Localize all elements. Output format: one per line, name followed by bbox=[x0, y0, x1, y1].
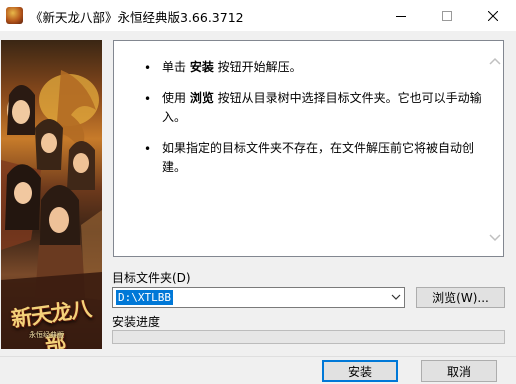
bullet-icon: • bbox=[144, 61, 152, 75]
target-folder-value[interactable]: D:\XTLBB bbox=[116, 290, 173, 305]
instructions-box: • 单击 安装 按钮开始解压。 • 使用 浏览 按钮从目录树中选择目标文件夹。它… bbox=[113, 40, 504, 257]
maximize-button[interactable] bbox=[424, 0, 470, 31]
window-title: 《新天龙八部》永恒经典版3.66.3712 bbox=[30, 10, 244, 25]
instruction-item: • 如果指定的目标文件夹不存在，在文件解压前它将被自动创建。 bbox=[144, 141, 475, 174]
install-progress-bar bbox=[112, 330, 505, 344]
minimize-icon bbox=[396, 15, 406, 17]
close-button[interactable] bbox=[470, 0, 516, 31]
title-bar[interactable]: 《新天龙八部》永恒经典版3.66.3712 bbox=[0, 0, 516, 31]
bullet-icon: • bbox=[144, 92, 152, 106]
banner-image: 新天龙八部 永恒经典版 bbox=[1, 40, 102, 349]
separator bbox=[0, 356, 516, 357]
chevron-down-icon[interactable] bbox=[391, 293, 401, 301]
browse-button[interactable]: 浏览(W)... bbox=[416, 287, 505, 308]
close-icon bbox=[488, 10, 498, 21]
scrollbar[interactable] bbox=[486, 41, 503, 256]
instruction-item: • 使用 浏览 按钮从目录树中选择目标文件夹。它也可以手动输入。 bbox=[144, 91, 482, 124]
bullet-icon: • bbox=[144, 142, 152, 156]
cancel-button[interactable]: 取消 bbox=[421, 360, 497, 382]
scroll-up-icon[interactable] bbox=[489, 57, 501, 65]
target-folder-combobox[interactable]: D:\XTLBB bbox=[112, 287, 405, 308]
install-button[interactable]: 安装 bbox=[322, 360, 398, 382]
minimize-button[interactable] bbox=[378, 0, 424, 31]
progress-label: 安装进度 bbox=[112, 315, 161, 329]
instruction-item: • 单击 安装 按钮开始解压。 bbox=[114, 58, 484, 77]
scroll-down-icon[interactable] bbox=[489, 234, 501, 242]
maximize-icon bbox=[442, 10, 452, 21]
app-icon bbox=[6, 7, 23, 24]
target-folder-label: 目标文件夹(D) bbox=[112, 271, 191, 285]
game-logo-subtitle: 永恒经典版 bbox=[29, 331, 64, 339]
